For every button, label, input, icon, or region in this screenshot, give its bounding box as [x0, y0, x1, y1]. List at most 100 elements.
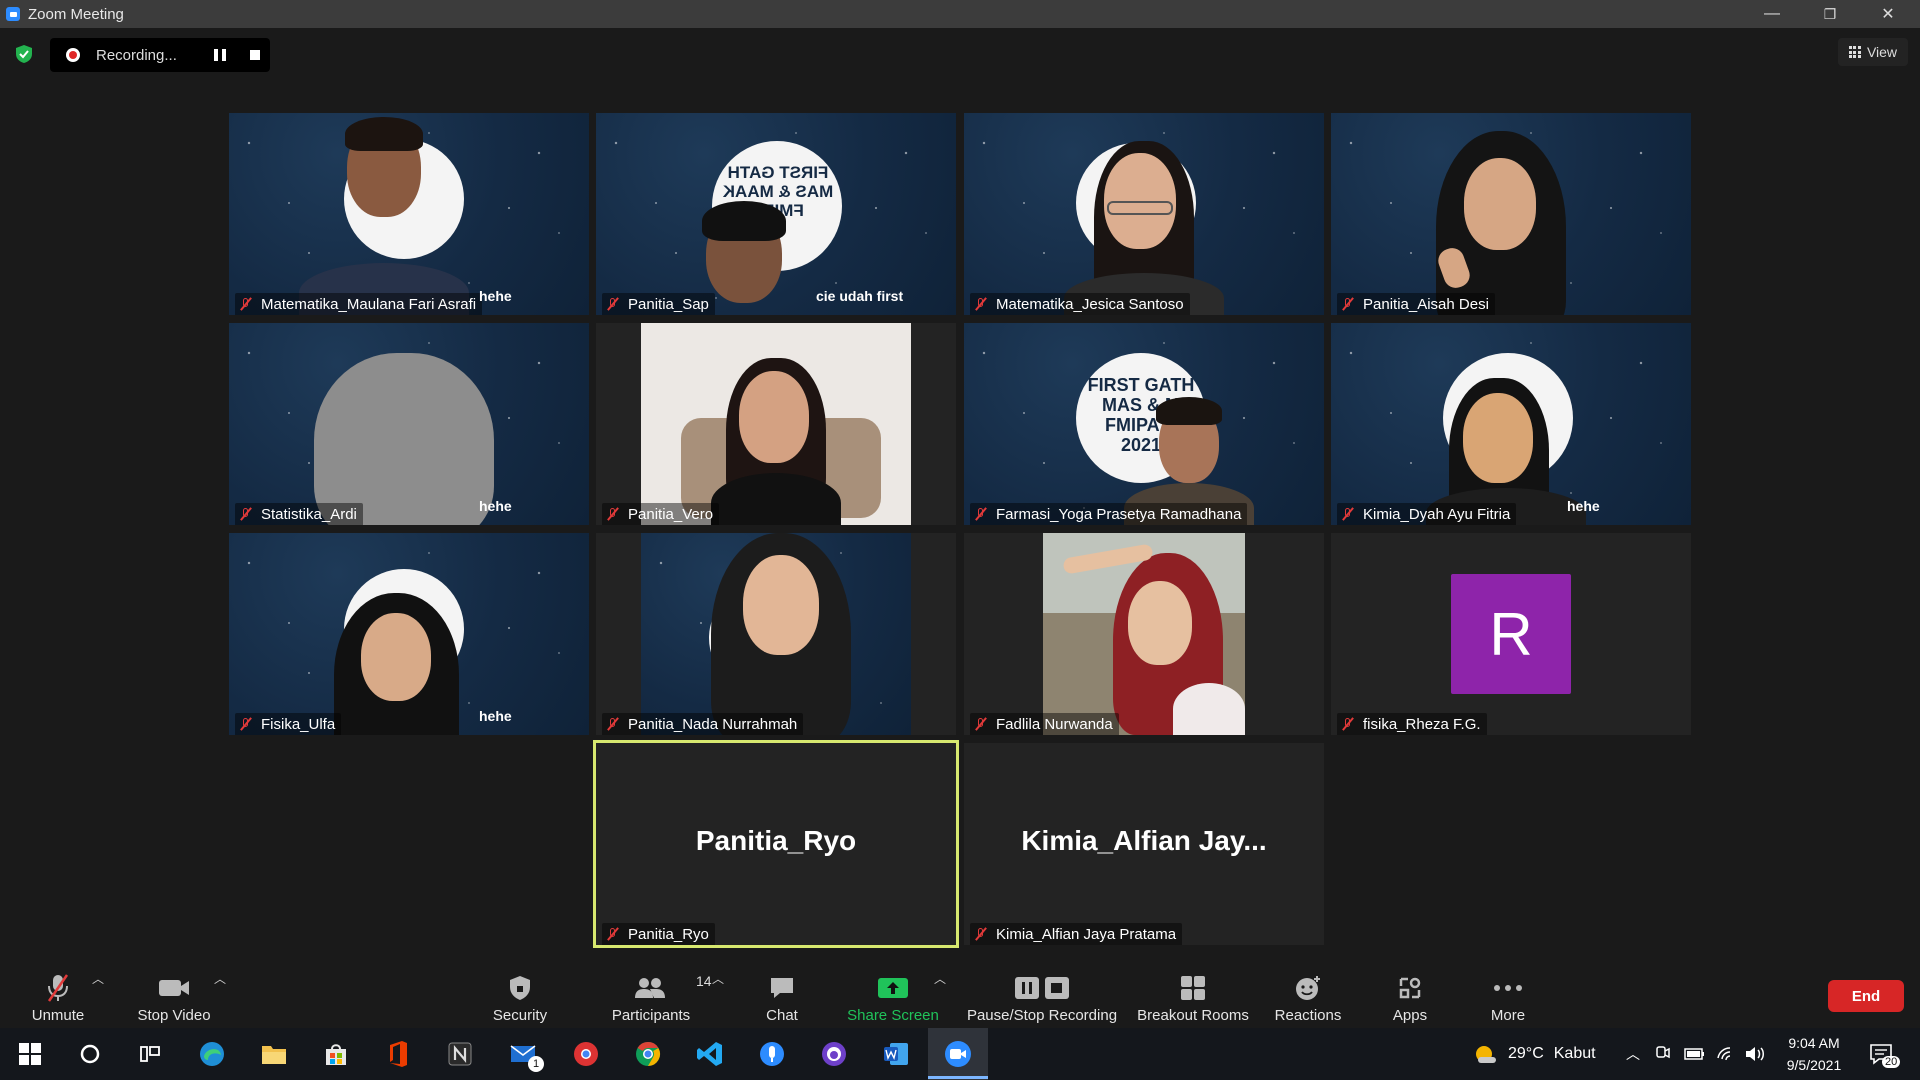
pause-stop-recording-button[interactable]: Pause/Stop Recording	[966, 966, 1118, 1024]
video-tile[interactable]: FIRST GATH MAS & MAAK FMIPA Panitia_Sap …	[596, 113, 956, 315]
muted-mic-icon	[974, 507, 988, 521]
pause-recording-icon[interactable]	[214, 49, 226, 61]
background-caption: hehe	[479, 288, 512, 304]
background-caption: hehe	[1567, 498, 1600, 514]
share-screen-button[interactable]: Share Screen	[846, 966, 940, 1024]
video-tile[interactable]: Kimia_Alfian Jay... Kimia_Alfian Jaya Pr…	[964, 743, 1324, 945]
participant-name-label: Kimia_Dyah Ayu Fitria	[1337, 503, 1517, 525]
zoom-taskbar-icon[interactable]	[942, 1038, 974, 1070]
participants-button[interactable]: 14 Participants	[608, 966, 712, 1024]
file-explorer-icon[interactable]	[258, 1038, 290, 1070]
minimize-button[interactable]: —	[1744, 0, 1800, 28]
video-tile[interactable]: Panitia_Aisah Desi	[1331, 113, 1691, 315]
video-tile[interactable]: R fisika_Rheza F.G.	[1331, 533, 1691, 735]
video-tile[interactable]: FIRST GATH MAS & M FMIPA U 2021 Farmasi_…	[964, 323, 1324, 525]
muted-mic-icon	[45, 973, 71, 1003]
mail-icon[interactable]: 1	[508, 1038, 544, 1072]
reactions-label: Reactions	[1274, 1007, 1342, 1024]
unmute-label: Unmute	[31, 1007, 85, 1024]
participant-name-label: Panitia_Ryo	[602, 923, 715, 945]
participant-face	[1463, 393, 1533, 483]
weather-temp: 29°C	[1508, 1045, 1544, 1062]
weather-widget[interactable]: 29°C Kabut	[1474, 1028, 1596, 1080]
breakout-rooms-label: Breakout Rooms	[1137, 1007, 1249, 1024]
notifications-icon[interactable]: 20	[1868, 1028, 1901, 1080]
breakout-rooms-button[interactable]: Breakout Rooms	[1136, 966, 1250, 1024]
battery-icon[interactable]	[1684, 1028, 1706, 1080]
stop-video-label: Stop Video	[137, 1007, 211, 1024]
muted-mic-icon	[1341, 717, 1355, 731]
participant-name-label: Matematika_Maulana Fari Asrafi	[235, 293, 483, 315]
apps-icon	[1397, 973, 1423, 1003]
video-tile[interactable]: Statistika_Ardi hehe	[229, 323, 589, 525]
participant-avatar: R	[1451, 574, 1571, 694]
restore-button[interactable]: ❐	[1802, 0, 1858, 28]
encryption-shield-icon[interactable]	[14, 44, 34, 64]
audio-options-caret-icon[interactable]: ︿	[92, 970, 104, 986]
view-button[interactable]: View	[1838, 38, 1908, 66]
video-tile[interactable]: Matematika_Maulana Fari Asrafi hehe	[229, 113, 589, 315]
video-tile[interactable]: Panitia_Vero	[596, 323, 956, 525]
chrome-icon[interactable]	[632, 1038, 664, 1070]
wifi-icon[interactable]	[1716, 1028, 1736, 1080]
chrome-profile-icon[interactable]	[570, 1038, 602, 1070]
stop-video-button[interactable]: Stop Video	[132, 966, 216, 1024]
github-desktop-icon[interactable]	[818, 1038, 850, 1070]
muted-mic-icon	[974, 297, 988, 311]
share-options-caret-icon[interactable]: ︿	[934, 970, 946, 986]
muted-mic-icon	[1341, 297, 1355, 311]
video-tile[interactable]: Kimia_Dyah Ayu Fitria hehe	[1331, 323, 1691, 525]
muted-mic-icon	[239, 297, 253, 311]
weather-desc: Kabut	[1553, 1045, 1596, 1062]
apps-label: Apps	[1392, 1007, 1428, 1024]
video-options-caret-icon[interactable]: ︿	[214, 970, 226, 986]
participants-options-caret-icon[interactable]: ︿	[712, 970, 724, 986]
show-hidden-icons-icon[interactable]: ︿	[1626, 1028, 1640, 1080]
video-tile[interactable]: Fadlila Nurwanda	[964, 533, 1324, 735]
edge-browser-icon[interactable]	[196, 1038, 228, 1070]
cortana-mic-icon[interactable]	[756, 1038, 788, 1070]
more-button[interactable]: More	[1478, 966, 1538, 1024]
clock-time: 9:04 AM	[1788, 1035, 1840, 1051]
vscode-icon[interactable]	[694, 1038, 726, 1070]
muted-mic-icon	[1341, 507, 1355, 521]
background-caption: hehe	[479, 498, 512, 514]
recording-indicator: Recording...	[50, 38, 270, 72]
end-meeting-button[interactable]: End	[1828, 980, 1904, 1012]
video-tile-active-speaker[interactable]: Panitia_Ryo Panitia_Ryo	[593, 740, 959, 948]
volume-icon[interactable]	[1744, 1028, 1766, 1080]
participant-name: Panitia_Nada Nurrahmah	[628, 715, 798, 733]
participant-name-label: Panitia_Vero	[602, 503, 720, 525]
cortana-search-icon[interactable]	[74, 1038, 106, 1070]
unmute-button[interactable]: Unmute	[26, 966, 90, 1024]
video-tile[interactable]: Fisika_Ulfa hehe	[229, 533, 589, 735]
participant-hair	[702, 201, 786, 241]
more-dots-icon	[1493, 973, 1523, 1003]
chat-button[interactable]: Chat	[752, 966, 812, 1024]
participant-name: Kimia_Alfian Jaya Pratama	[996, 925, 1177, 943]
apps-button[interactable]: Apps	[1380, 966, 1440, 1024]
system-clock[interactable]: 9:04 AM 9/5/2021	[1774, 1032, 1854, 1076]
microsoft-store-icon[interactable]	[320, 1038, 352, 1070]
stop-recording-icon[interactable]	[250, 50, 260, 60]
word-icon[interactable]	[880, 1038, 912, 1070]
weather-sun-icon	[1476, 1046, 1496, 1063]
background-caption: cie udah first	[816, 288, 904, 304]
task-view-icon[interactable]	[134, 1038, 166, 1070]
meet-now-icon[interactable]	[1654, 1028, 1672, 1080]
close-button[interactable]: ✕	[1860, 0, 1916, 28]
office-icon[interactable]	[382, 1038, 414, 1070]
breakout-rooms-icon	[1179, 973, 1207, 1003]
participant-name-label: Panitia_Sap	[602, 293, 715, 315]
participant-hair	[1156, 397, 1222, 425]
reactions-button[interactable]: Reactions	[1270, 966, 1346, 1024]
participant-name: Fadlila Nurwanda	[996, 715, 1113, 733]
participant-video	[1043, 533, 1245, 735]
more-label: More	[1490, 1007, 1526, 1024]
notion-app-icon[interactable]	[444, 1038, 476, 1070]
video-tile[interactable]: Panitia_Nada Nurrahmah	[596, 533, 956, 735]
muted-mic-icon	[239, 507, 253, 521]
windows-start-icon[interactable]	[14, 1038, 46, 1070]
security-button[interactable]: Security	[484, 966, 556, 1024]
video-tile[interactable]: Matematika_Jesica Santoso	[964, 113, 1324, 315]
